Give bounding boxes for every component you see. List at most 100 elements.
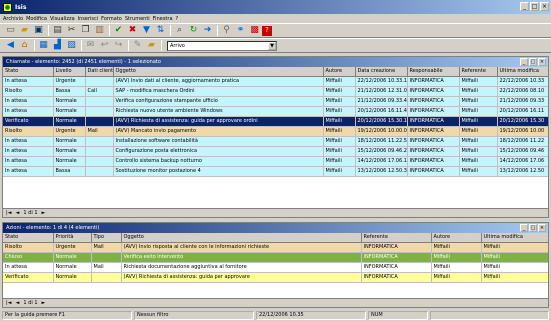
table-cell: Miffaili — [481, 252, 548, 263]
grid-icon[interactable]: ▦ — [37, 39, 50, 52]
col-autore[interactable]: Autore — [431, 233, 482, 243]
menu-item-strumenti[interactable]: Strumenti — [125, 16, 150, 22]
copy-icon[interactable]: ❐ — [79, 24, 92, 37]
menu-item-finestra[interactable]: Finestra — [153, 16, 173, 22]
calls-nav: |◄ ◄ 1 di 1 ► — [3, 208, 548, 217]
table-row[interactable]: In attesa Normale Verifica configurazione … — [3, 96, 548, 107]
table-cell: INFORMATICA — [407, 146, 460, 157]
menu-item-modifica[interactable]: Modifica — [26, 16, 47, 22]
col-stato[interactable]: Stato — [3, 233, 54, 243]
calendar-icon[interactable]: ▧ — [65, 39, 78, 52]
table-row[interactable]: In attesa Normale Installazione software c… — [3, 136, 548, 147]
col-tipo[interactable]: Tipo — [91, 233, 122, 243]
table-cell: Miffaili — [431, 272, 482, 283]
panel-close-button[interactable]: × — [538, 224, 546, 232]
folder-icon[interactable]: ▰ — [145, 39, 158, 52]
paste-icon[interactable]: ▥ — [93, 24, 106, 37]
prev-record-button[interactable]: ◄ — [16, 210, 20, 216]
table-cell: 21/12/2006 12.31.06 — [355, 86, 408, 97]
table-row[interactable]: Verificato Normale (AVV) Richiesta di assi… — [3, 116, 548, 127]
chart-icon[interactable]: ▟ — [51, 39, 64, 52]
menu-item-visualizza[interactable]: Visualizza — [50, 16, 75, 22]
col-ultima-modifica[interactable]: Ultima modifica — [497, 67, 548, 77]
table-row[interactable]: Chiuso Normale Verifica esito intervento IN… — [3, 252, 548, 263]
table-row[interactable]: In attesa Normale Configurazione posta ele… — [3, 146, 548, 157]
print-icon[interactable]: ▤ — [51, 24, 64, 37]
help-icon[interactable]: ? — [262, 25, 272, 36]
check-icon[interactable]: ✔ — [112, 24, 125, 37]
table-row[interactable]: In attesa Normale Mail Richiesta documentaz… — [3, 262, 548, 273]
panel-minimize-button[interactable]: _ — [520, 58, 528, 66]
table-row[interactable]: Risolto Bassa Call SAP - modifica maschera … — [3, 86, 548, 97]
col-autore[interactable]: Autore — [323, 67, 356, 77]
refresh-icon[interactable]: ↻ — [187, 24, 200, 37]
table-cell: Miffaili — [431, 242, 482, 253]
table-cell: 13/12/2006 12.50.31 — [355, 166, 408, 177]
col-referente[interactable]: Referente — [459, 67, 498, 77]
calls-header-row: Stato Livello Dati cliente Oggetto Autor… — [3, 67, 548, 77]
actions-nav: |◄ ◄ 1 di 1 ► — [3, 298, 548, 307]
menu-item-archivio[interactable]: Archivio — [3, 16, 23, 22]
menu-item-formato[interactable]: Formato — [101, 16, 122, 22]
col-stato[interactable]: Stato — [3, 67, 54, 77]
calls-panel-title-text: Chiamate - elemento: 2452 (di 2451 eleme… — [6, 59, 161, 65]
table-row[interactable]: In attesa Normale Richiesta nuovo utente a… — [3, 106, 548, 117]
table-cell: Sostituzione monitor postazione 4 — [113, 166, 324, 177]
next-record-button[interactable]: ► — [42, 300, 46, 306]
attach-icon[interactable]: ⚲ — [220, 24, 233, 37]
table-cell: Miffaili — [459, 136, 498, 147]
next-record-button[interactable]: ► — [42, 210, 46, 216]
back-icon[interactable]: ◀ — [4, 39, 17, 52]
table-cell — [85, 146, 114, 157]
link-icon[interactable]: ⚭ — [234, 24, 247, 37]
col-dati-cliente[interactable]: Dati cliente — [85, 67, 114, 77]
cut-icon[interactable]: ✂ — [65, 24, 78, 37]
reply-icon[interactable]: ↩ — [98, 39, 111, 52]
col-referente[interactable]: Referente — [361, 233, 432, 243]
export-icon[interactable]: ▩ — [248, 24, 261, 37]
first-record-button[interactable]: |◄ — [6, 210, 12, 216]
table-row[interactable]: In attesa Bassa Sostituzione monitor posta… — [3, 166, 548, 177]
close-button[interactable]: × — [540, 2, 549, 11]
note-icon[interactable]: ✎ — [131, 39, 144, 52]
panel-maximize-button[interactable]: □ — [529, 224, 537, 232]
queue-combo[interactable]: Arrivo ▼ — [167, 40, 277, 51]
open-icon[interactable]: ▰ — [18, 24, 31, 37]
col-oggetto[interactable]: Oggetto — [113, 67, 324, 77]
table-row[interactable]: Verificato Normale (AVV) Richiesta di assi… — [3, 272, 548, 283]
panel-minimize-button[interactable]: _ — [520, 224, 528, 232]
col-livello[interactable]: Livello — [53, 67, 86, 77]
prev-record-button[interactable]: ◄ — [16, 300, 20, 306]
mail-icon[interactable]: ✉ — [84, 39, 97, 52]
first-record-button[interactable]: |◄ — [6, 300, 12, 306]
col-ultima-modifica[interactable]: Ultima modifica — [481, 233, 548, 243]
save-icon[interactable]: ▣ — [32, 24, 45, 37]
minimize-button[interactable]: _ — [520, 2, 529, 11]
home-icon[interactable]: ⌂ — [18, 39, 31, 52]
filter-icon[interactable]: ▼ — [140, 24, 153, 37]
find-icon[interactable]: ⌕ — [173, 24, 186, 37]
menu-item-inserisci[interactable]: Inserisci — [78, 16, 99, 22]
col-priorita[interactable]: Priorità — [53, 233, 92, 243]
col-oggetto[interactable]: Oggetto — [121, 233, 362, 243]
sort-icon[interactable]: ⇅ — [154, 24, 167, 37]
forward-icon[interactable]: ↪ — [112, 39, 125, 52]
maximize-button[interactable]: □ — [530, 2, 539, 11]
table-row[interactable]: Risolto Urgente Mail (AVV) Invio risposta a… — [3, 242, 548, 253]
table-row[interactable]: In attesa Urgente (AVV) Invio dati al clie… — [3, 76, 548, 87]
panel-close-button[interactable]: × — [538, 58, 546, 66]
delete-icon[interactable]: ✖ — [126, 24, 139, 37]
menu-item-help[interactable]: ? — [176, 16, 179, 22]
new-icon[interactable]: ▭ — [4, 24, 17, 37]
chevron-down-icon[interactable]: ▼ — [268, 41, 276, 50]
table-cell: (AVV) Mancato invio pagamento — [113, 126, 324, 137]
table-cell: Controllo sistema backup notturno — [113, 156, 324, 167]
table-row[interactable]: Risolto Urgente Mail (AVV) Mancato invio pa… — [3, 126, 548, 137]
col-responsabile[interactable]: Responsabile — [407, 67, 460, 77]
col-data-creazione[interactable]: Data creazione — [355, 67, 408, 77]
table-cell: Miffaili — [459, 126, 498, 137]
table-row[interactable]: In attesa Normale Controllo sistema backup… — [3, 156, 548, 167]
table-cell: INFORMATICA — [407, 86, 460, 97]
go-icon[interactable]: ➜ — [201, 24, 214, 37]
panel-maximize-button[interactable]: □ — [529, 58, 537, 66]
